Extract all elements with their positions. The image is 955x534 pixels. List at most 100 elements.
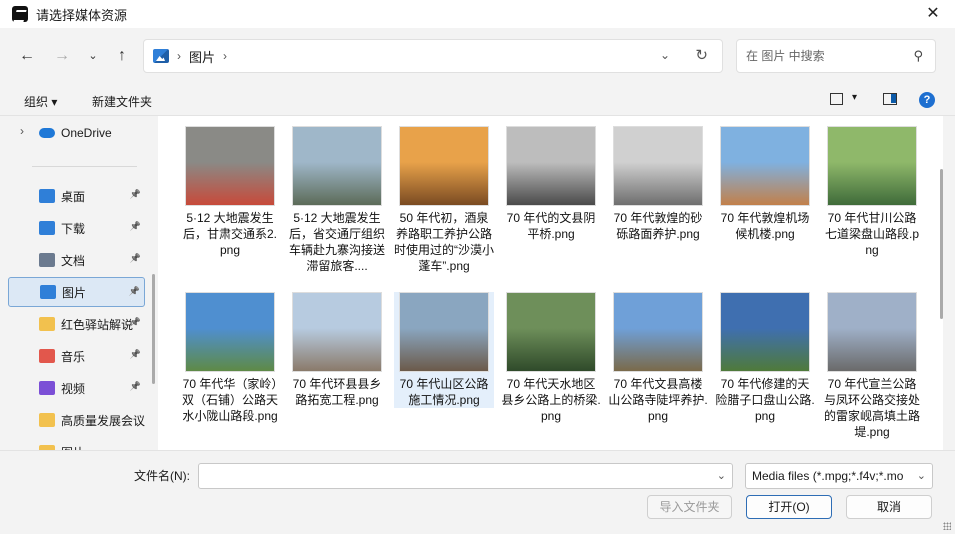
file-name: 70 年代山区公路施工情况.png [399,377,489,407]
pin-icon: 📌 [128,286,140,296]
sidebar-item[interactable]: 文档 📌 [8,245,145,275]
file-item[interactable]: 70 年代的文县阴平桥.png [501,126,601,242]
arrow-left-icon[interactable]: ← [17,46,37,66]
filename-field[interactable]: ⌄ [198,463,733,489]
search-icon[interactable]: ⚲ [913,48,923,64]
new-folder-button[interactable]: 新建文件夹 [92,93,152,110]
pin-icon: 📌 [129,317,141,327]
chevron-right-icon[interactable]: › [223,49,227,63]
sidebar-item[interactable]: 音乐 📌 [8,341,145,371]
chevron-down-icon[interactable]: ⌄ [83,46,103,66]
file-item[interactable]: 70 年代文县高楼山公路寺陡坪养护.png [608,292,708,424]
command-bar: 组织 ▾ 新建文件夹 ▾ ? [0,84,955,116]
sidebar-item-label: 红色驿站解说 [61,317,134,332]
breadcrumb-pictures[interactable]: 图片 [189,47,215,66]
file-item[interactable]: 70 年代环县县乡路拓宽工程.png [287,292,387,408]
file-item[interactable]: 70 年代宣兰公路与凤环公路交接处的雷家岘高填土路堤.png [822,292,922,440]
chevron-down-icon[interactable]: ⌄ [660,48,670,62]
file-item[interactable]: 70 年代山区公路施工情况.png [394,292,494,408]
sidebar-item[interactable]: 下载 📌 [8,213,145,243]
sidebar-item-label: 视频 [61,381,86,396]
file-name: 70 年代天水地区县乡公路上的桥梁.png [501,377,601,423]
close-icon[interactable]: ✕ [923,4,943,24]
sidebar-item-label: 下载 [61,221,86,236]
file-item[interactable]: 5·12 大地震发生后，甘肃交通系2.png [180,126,280,258]
chevron-down-icon[interactable]: ▾ [852,92,857,103]
file-thumbnail[interactable] [827,292,917,372]
file-item[interactable]: 70 年代甘川公路七道梁盘山路段.png [822,126,922,258]
sidebar-item-label: 高质量发展会议 [61,413,145,428]
pin-icon: 📌 [129,221,141,231]
document-icon [39,253,55,267]
sidebar-item-label: 音乐 [61,349,86,364]
file-item[interactable]: 50 年代初，酒泉养路职工养护公路时使用过的“沙漠小蓬车”.png [394,126,494,274]
file-name: 70 年代修建的天险腊子口盘山公路.png [715,377,815,423]
chevron-down-icon[interactable]: ⌄ [717,469,726,482]
file-thumbnail[interactable] [292,126,382,206]
file-item[interactable]: 70 年代敦煌的砂砾路面养护.png [608,126,708,242]
sidebar-item-label: 图片 [62,285,87,300]
open-button[interactable]: 打开(O) [746,495,832,519]
scrollbar[interactable] [940,169,943,319]
arrow-up-icon[interactable]: ↑ [112,46,132,66]
video-icon [39,381,55,395]
file-thumbnail[interactable] [613,126,703,206]
file-thumbnail[interactable] [506,292,596,372]
preview-pane-icon[interactable] [883,93,897,105]
sidebar-item-onedrive[interactable]: › OneDrive [8,118,145,148]
address-bar[interactable]: › 图片 › ⌄ ↻ [143,39,723,73]
view-icon[interactable] [830,93,843,105]
sidebar-item[interactable]: 视频 📌 [8,373,145,403]
chevron-right-icon[interactable]: › [177,49,181,63]
arrow-right-icon[interactable]: → [52,46,72,66]
sidebar-item[interactable]: 图片 📌 [8,277,145,307]
cancel-button[interactable]: 取消 [846,495,932,519]
filename-input[interactable] [205,464,705,488]
file-thumbnail[interactable] [399,292,489,372]
file-item[interactable]: 5·12 大地震发生后，省交通厅组织车辆赴九寨沟接送滞留旅客.... [287,126,387,274]
file-item[interactable]: 70 年代天水地区县乡公路上的桥梁.png [501,292,601,424]
search-input[interactable] [746,40,906,72]
file-thumbnail[interactable] [399,126,489,206]
file-thumbnail[interactable] [720,126,810,206]
organize-button[interactable]: 组织 ▾ [24,93,57,110]
file-thumbnail[interactable] [292,292,382,372]
file-item[interactable]: 70 年代华（家岭）双（石铺）公路天水小陇山路段.png [180,292,280,424]
file-name: 70 年代环县县乡路拓宽工程.png [292,377,382,407]
sidebar-item[interactable]: 高质量发展会议 [8,405,145,435]
title-bar: 请选择媒体资源 ✕ [0,0,955,28]
file-item[interactable]: 70 年代敦煌机场候机楼.png [715,126,815,242]
download-icon [39,221,55,235]
file-item[interactable]: 70 年代修建的天险腊子口盘山公路.png [715,292,815,424]
folder-icon [39,317,55,331]
file-name: 70 年代敦煌的砂砾路面养护.png [613,211,703,241]
window-title: 请选择媒体资源 [36,7,128,23]
file-name: 70 年代甘川公路七道梁盘山路段.png [824,211,919,257]
pin-icon: 📌 [129,253,141,263]
scrollbar[interactable] [152,274,155,384]
navigation-pane: › OneDrive 桌面 📌 下载 📌 文档 📌 图片 📌 红色驿站解说 📌 音乐 📌 视频 📌 高质量发… [0,116,158,450]
import-folder-button[interactable]: 导入文件夹 [647,495,732,519]
help-icon[interactable]: ? [919,92,935,108]
sidebar-item-label: 文档 [61,253,86,268]
file-thumbnail[interactable] [185,126,275,206]
file-thumbnail[interactable] [185,292,275,372]
file-thumbnail[interactable] [506,126,596,206]
pin-icon: 📌 [129,381,141,391]
file-thumbnail[interactable] [720,292,810,372]
sidebar-item[interactable]: 红色驿站解说 📌 [8,309,145,339]
sidebar-item[interactable]: 桌面 📌 [8,181,145,211]
file-thumbnail[interactable] [613,292,703,372]
sidebar-item[interactable]: 图片 [8,437,145,450]
chevron-down-icon[interactable]: ⌄ [916,464,926,488]
cloud-icon [39,128,55,138]
refresh-icon[interactable]: ↻ [695,46,708,64]
resize-grip[interactable] [943,522,951,530]
filename-label: 文件名(N): [134,469,190,483]
chevron-right-icon[interactable]: › [20,124,24,138]
file-name: 5·12 大地震发生后，省交通厅组织车辆赴九寨沟接送滞留旅客.... [288,211,385,273]
search-box[interactable]: ⚲ [736,39,936,73]
file-name: 50 年代初，酒泉养路职工养护公路时使用过的“沙漠小蓬车”.png [394,211,494,273]
file-thumbnail[interactable] [827,126,917,206]
filetype-select[interactable]: Media files (*.mpg;*.f4v;*.mo ⌄ [745,463,933,489]
